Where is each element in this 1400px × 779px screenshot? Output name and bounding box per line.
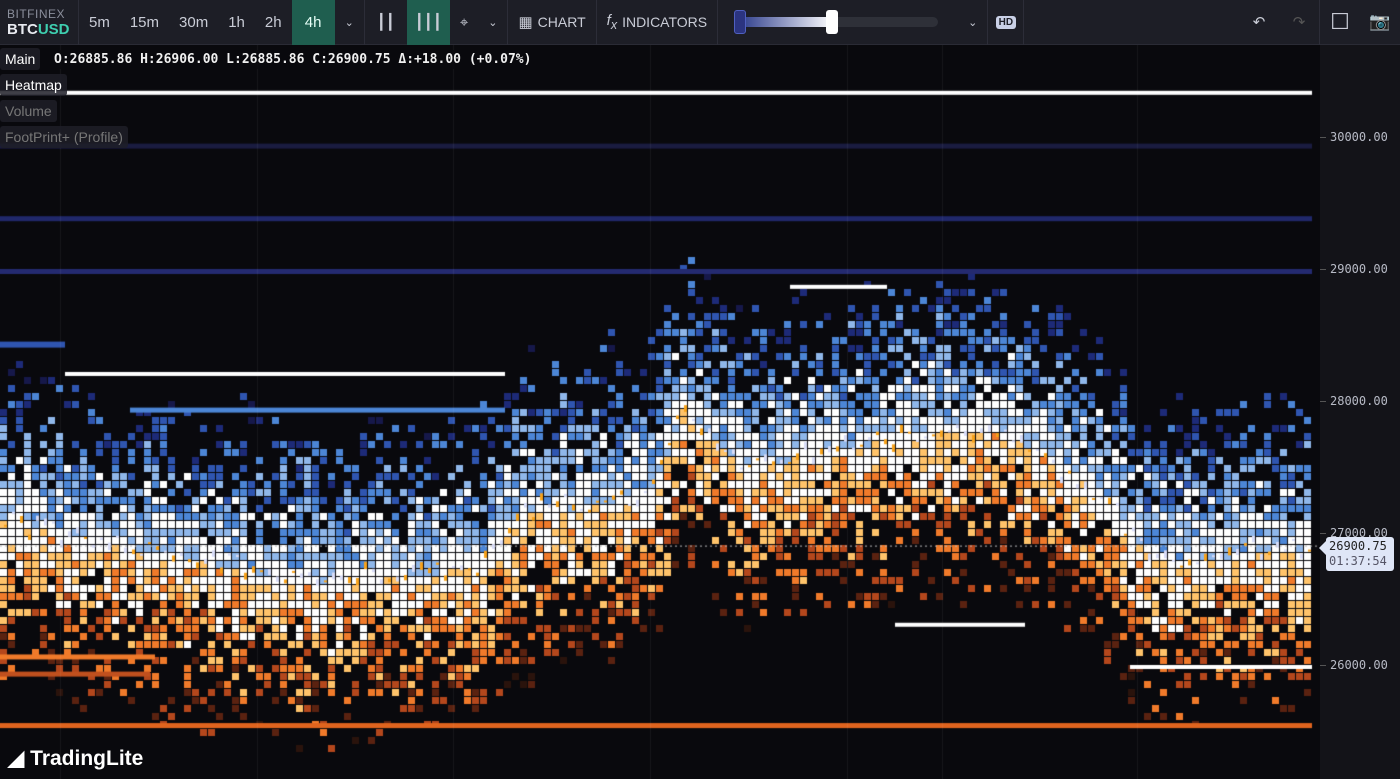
price-tick: 30000.00 [1330, 130, 1388, 144]
slider-handle-min[interactable] [734, 10, 747, 34]
legend-volume[interactable]: Volume [0, 100, 57, 122]
camera-icon[interactable]: 📷 [1360, 0, 1400, 45]
candle-countdown: 01:37:54 [1329, 554, 1387, 568]
hd-button[interactable]: HD [988, 0, 1023, 45]
redo-icon[interactable]: ↷ [1279, 0, 1319, 45]
crosshair-icon[interactable]: ⌖ [450, 0, 478, 45]
last-price-tag: 26900.75 01:37:54 [1319, 537, 1394, 571]
heatmap-chart[interactable] [0, 45, 1320, 779]
last-price: 26900.75 [1329, 539, 1387, 553]
undo-icon[interactable]: ↶ [1239, 0, 1279, 45]
timeframe-5m[interactable]: 5m [79, 0, 120, 45]
slider-dropdown-chevron-icon[interactable]: ⌄ [958, 0, 987, 45]
toolbar: BITFINEX BTCUSD 5m 15m 30m 1h 2h 4h ⌄ ┃┃… [0, 0, 1400, 45]
timeframe-dropdown-chevron-icon[interactable]: ⌄ [335, 0, 364, 45]
price-axis[interactable]: 30000.00 29000.00 28000.00 27000.00 26000.00 [1320, 45, 1400, 779]
timeframe-1h[interactable]: 1h [218, 0, 255, 45]
chart-button[interactable]: ▦ CHART [508, 0, 595, 45]
tick-mark [1320, 137, 1326, 138]
price-tick: 28000.00 [1330, 394, 1388, 408]
tick-mark [1320, 533, 1326, 534]
exchange-label: BITFINEX [7, 6, 66, 21]
legend-heatmap[interactable]: Heatmap [0, 74, 67, 96]
legend-main[interactable]: Main [0, 48, 41, 70]
indicators-button[interactable]: fx INDICATORS [597, 0, 717, 45]
layout-icon[interactable]: ☐ [1320, 0, 1360, 45]
timeframe-30m[interactable]: 30m [169, 0, 218, 45]
price-tick: 26000.00 [1330, 658, 1388, 672]
legend-footprint[interactable]: FootPrint+ (Profile) [0, 126, 128, 148]
slider-handle-max[interactable] [826, 10, 839, 34]
fx-icon: fx [606, 12, 618, 32]
price-tick: 29000.00 [1330, 262, 1388, 276]
timeframe-2h[interactable]: 2h [255, 0, 292, 45]
pair-label: BTCUSD [7, 20, 70, 38]
brand-logo: ◢ TradingLite [8, 746, 144, 771]
tick-mark [1320, 269, 1326, 270]
tool-dropdown-chevron-icon[interactable]: ⌄ [478, 0, 507, 45]
tick-mark [1320, 665, 1326, 666]
logo-icon: ◢ [8, 747, 25, 770]
timeframe-4h[interactable]: 4h [291, 0, 335, 45]
candles-icon[interactable]: ┃┃ [365, 0, 407, 45]
chart-icon: ▦ [518, 14, 533, 31]
heatmap-intensity-slider[interactable] [718, 0, 958, 45]
ohlc-readout: O:26885.86 H:26906.00 L:26885.86 C:26900… [50, 50, 536, 69]
tick-mark [1320, 401, 1326, 402]
timeframe-15m[interactable]: 15m [120, 0, 169, 45]
symbol-selector[interactable]: BITFINEX BTCUSD [0, 0, 78, 45]
heatmap-candles-icon[interactable]: ┃┃┃ [406, 0, 450, 45]
